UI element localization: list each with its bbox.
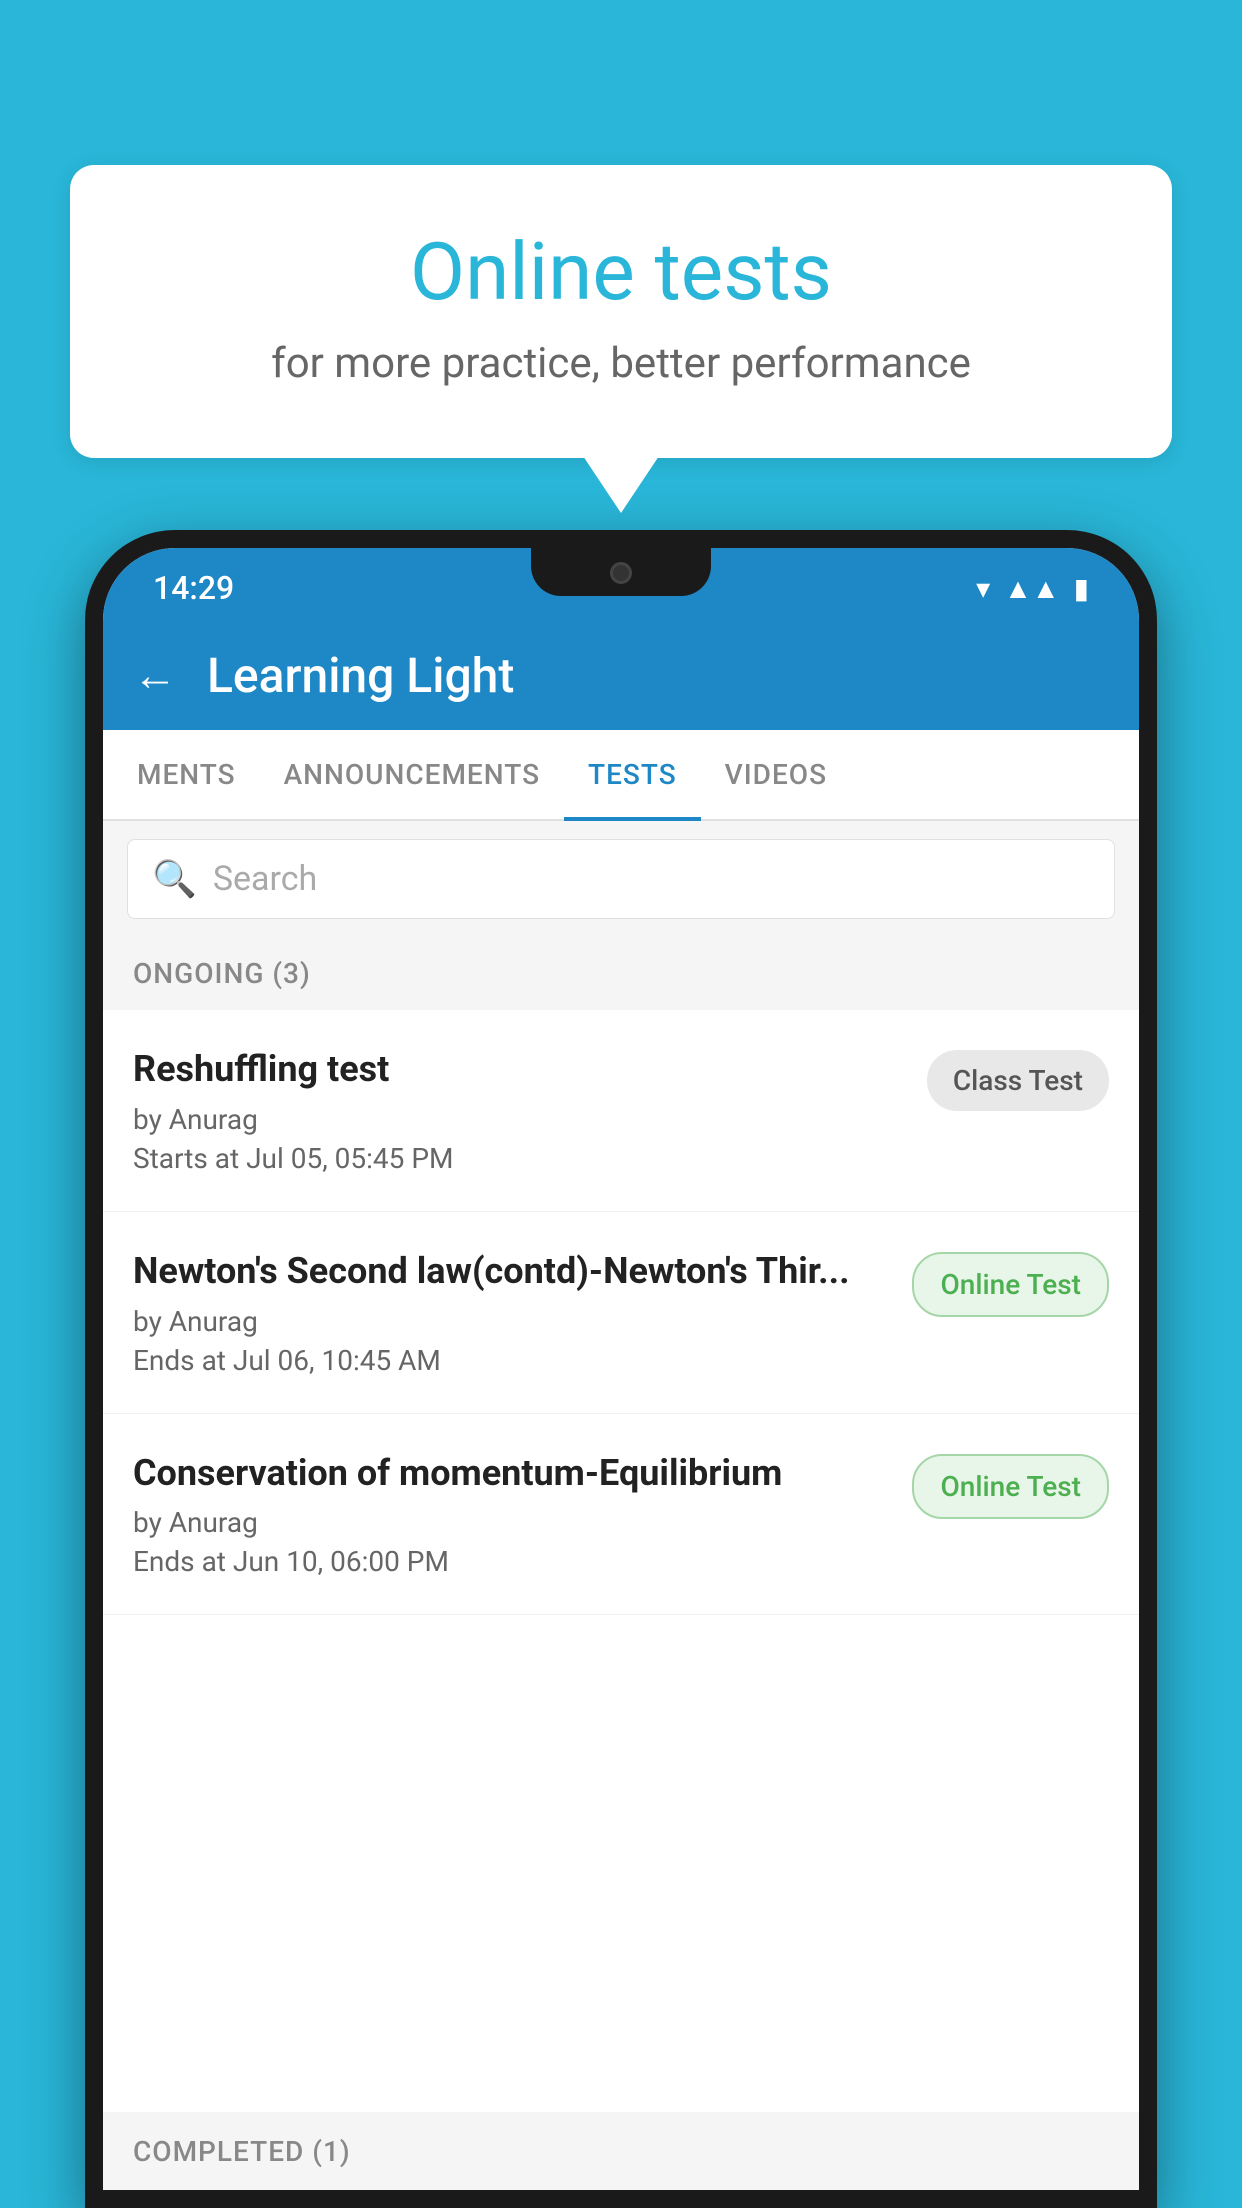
- test-date-1: Starts at Jul 05, 05:45 PM: [133, 1142, 907, 1175]
- back-button[interactable]: ←: [133, 649, 177, 701]
- test-author-2: by Anurag: [133, 1305, 892, 1338]
- front-camera: [610, 562, 632, 584]
- test-author-1: by Anurag: [133, 1103, 907, 1136]
- tab-announcements[interactable]: ANNOUNCEMENTS: [260, 730, 564, 819]
- tab-videos[interactable]: VIDEOS: [701, 730, 851, 819]
- phone-notch: [531, 548, 711, 596]
- test-item-3[interactable]: Conservation of momentum-Equilibrium by …: [103, 1414, 1139, 1616]
- bubble-subtitle: for more practice, better performance: [140, 339, 1102, 388]
- tab-tests[interactable]: TESTS: [564, 730, 701, 819]
- test-badge-2: Online Test: [912, 1252, 1109, 1317]
- tab-bar: MENTS ANNOUNCEMENTS TESTS VIDEOS: [103, 730, 1139, 821]
- test-badge-3: Online Test: [912, 1454, 1109, 1519]
- battery-icon: ▮: [1074, 572, 1089, 605]
- search-container: 🔍 Search: [103, 821, 1139, 937]
- bubble-title: Online tests: [140, 225, 1102, 319]
- test-name-1: Reshuffling test: [133, 1046, 907, 1093]
- test-date-3: Ends at Jun 10, 06:00 PM: [133, 1545, 892, 1578]
- test-name-2: Newton's Second law(contd)-Newton's Thir…: [133, 1248, 892, 1295]
- phone-inner: 14:29 ▾ ▲▲ ▮ ← Learning Light MENTS ANNO…: [103, 548, 1139, 2190]
- completed-section-header: COMPLETED (1): [103, 2112, 1139, 2190]
- status-icons: ▾ ▲▲ ▮: [976, 572, 1089, 605]
- tab-ments[interactable]: MENTS: [113, 730, 260, 819]
- search-icon: 🔍: [152, 858, 197, 900]
- phone-frame: 14:29 ▾ ▲▲ ▮ ← Learning Light MENTS ANNO…: [85, 530, 1157, 2208]
- test-author-3: by Anurag: [133, 1506, 892, 1539]
- test-item-2[interactable]: Newton's Second law(contd)-Newton's Thir…: [103, 1212, 1139, 1414]
- test-item-1[interactable]: Reshuffling test by Anurag Starts at Jul…: [103, 1010, 1139, 1212]
- search-bar[interactable]: 🔍 Search: [127, 839, 1115, 919]
- test-info-3: Conservation of momentum-Equilibrium by …: [133, 1450, 912, 1579]
- status-time: 14:29: [153, 569, 234, 607]
- test-date-2: Ends at Jul 06, 10:45 AM: [133, 1344, 892, 1377]
- test-badge-1: Class Test: [927, 1050, 1109, 1111]
- test-info-1: Reshuffling test by Anurag Starts at Jul…: [133, 1046, 927, 1175]
- signal-icon: ▲▲: [1004, 572, 1059, 605]
- test-list: Reshuffling test by Anurag Starts at Jul…: [103, 1010, 1139, 1615]
- speech-bubble: Online tests for more practice, better p…: [70, 165, 1172, 458]
- search-input[interactable]: Search: [213, 859, 317, 899]
- wifi-icon: ▾: [976, 572, 990, 605]
- app-bar: ← Learning Light: [103, 620, 1139, 730]
- ongoing-section-header: ONGOING (3): [103, 937, 1139, 1010]
- test-name-3: Conservation of momentum-Equilibrium: [133, 1450, 892, 1497]
- app-title: Learning Light: [207, 647, 514, 704]
- speech-bubble-container: Online tests for more practice, better p…: [70, 165, 1172, 458]
- test-info-2: Newton's Second law(contd)-Newton's Thir…: [133, 1248, 912, 1377]
